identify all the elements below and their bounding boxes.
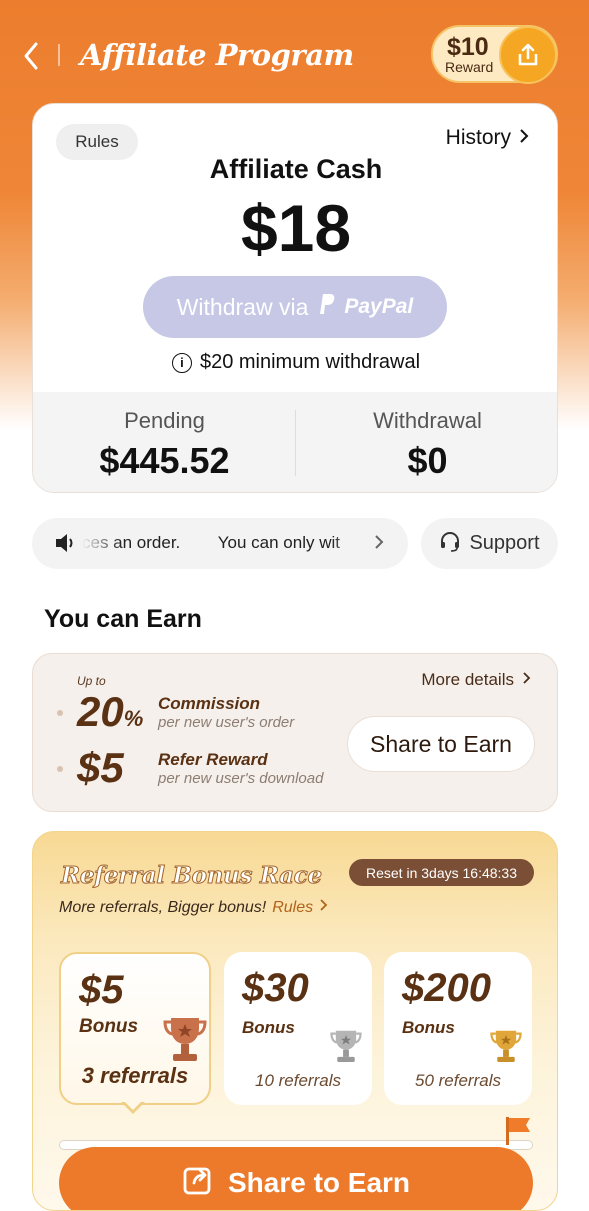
race-subtitle-text: More referrals, Bigger bonus! [59, 898, 267, 916]
tier-amount: $5 [79, 968, 124, 1012]
cash-title: Affiliate Cash [209, 154, 383, 184]
pending-value: $445.52 [99, 440, 230, 481]
info-icon: i [171, 352, 192, 373]
commission-value: 20% [77, 688, 144, 735]
chevron-right-icon [522, 670, 531, 690]
header-divider [58, 44, 60, 66]
notice-text: ces an order. You can only wit [82, 533, 340, 552]
finish-flag-icon [503, 1115, 533, 1152]
paypal-icon [316, 292, 336, 322]
speaker-icon [54, 533, 78, 558]
share-to-earn-main-button[interactable]: Share to Earn [59, 1147, 533, 1210]
share-main-label: Share to Earn [227, 1167, 411, 1198]
reset-timer: Reset in 3days 16:48:33 [349, 859, 534, 886]
refer-sub: per new user's download [158, 770, 324, 787]
bullet-dot [57, 766, 63, 772]
tier-card-1[interactable]: $5 Bonus 3 referrals [59, 952, 211, 1105]
pending-stat: Pending $445.52 [33, 408, 296, 482]
fade-left [82, 518, 122, 569]
chevron-right-icon [374, 534, 384, 555]
tier-card-3[interactable]: $200 Bonus 50 referrals [384, 952, 532, 1105]
balance-stats: Pending $445.52 Withdrawal $0 [33, 392, 557, 492]
refer-value: $5 [77, 744, 124, 791]
tier-amount: $30 [242, 966, 309, 1010]
withdraw-paypal-button[interactable]: Withdraw via PayPal [143, 276, 447, 338]
tier-referrals: 3 referrals [81, 1063, 189, 1088]
share-icon [182, 1164, 214, 1203]
affiliate-cash-card: Rules History Affiliate Cash $18 Withdra… [32, 103, 558, 493]
gold-trophy-icon [490, 1026, 522, 1071]
reward-label: Reward [445, 59, 494, 75]
tier-card-2[interactable]: $30 Bonus 10 referrals [224, 952, 372, 1105]
upto-label: Up to [77, 674, 106, 688]
share-to-earn-button[interactable]: Share to Earn [347, 716, 535, 772]
notice-marquee[interactable]: ces an order. You can only wit [32, 518, 408, 569]
earn-heading: You can Earn [44, 605, 202, 633]
refer-title: Refer Reward [158, 750, 268, 769]
minimum-note-text: $20 minimum withdrawal [199, 351, 421, 373]
page-title: Affiliate Program [80, 38, 354, 72]
commission-title: Commission [158, 694, 261, 713]
withdrawal-label: Withdrawal [373, 408, 482, 433]
referral-race-card: Referral Bonus Race Reset in 3days 16:48… [32, 831, 558, 1211]
tier-referrals: 10 referrals [255, 1071, 341, 1090]
chevron-right-icon [519, 126, 529, 150]
race-subtitle[interactable]: More referrals, Bigger bonus! Rules [59, 898, 328, 917]
history-label: History [445, 126, 511, 149]
tier-bonus: Bonus [79, 1016, 139, 1037]
tier-amount: $200 [402, 966, 491, 1010]
pending-label: Pending [124, 408, 205, 433]
withdraw-label: Withdraw via [176, 293, 309, 320]
tier-pointer-inner [123, 1100, 143, 1110]
minimum-note: i $20 minimum withdrawal [33, 351, 557, 374]
withdrawal-value: $0 [407, 440, 448, 481]
reward-share-button[interactable]: $10 Reward [431, 25, 558, 84]
bullet-dot [57, 710, 63, 716]
back-icon[interactable] [18, 38, 48, 74]
more-details-link[interactable]: More details [421, 670, 531, 690]
tier-bonus: Bonus [402, 1018, 455, 1037]
support-button[interactable]: Support [421, 518, 558, 569]
share-icon[interactable] [499, 26, 557, 84]
reward-amount: $10 [447, 33, 489, 61]
race-rules-link[interactable]: Rules [272, 899, 313, 917]
tier-referrals: 50 referrals [415, 1071, 501, 1090]
tier-bonus: Bonus [242, 1018, 295, 1037]
more-details-label: More details [421, 670, 514, 689]
commission-sub: per new user's order [158, 714, 295, 731]
withdrawal-stat: Withdrawal $0 [296, 408, 557, 482]
fade-right [332, 518, 366, 569]
earn-card: Up to 20% Commission per new user's orde… [32, 653, 558, 812]
cash-amount: $18 [240, 191, 352, 265]
headset-icon [439, 530, 461, 558]
race-title: Referral Bonus Race [61, 862, 323, 890]
history-link[interactable]: History [446, 126, 529, 150]
silver-trophy-icon [330, 1026, 362, 1071]
chevron-right-icon [319, 898, 328, 917]
withdraw-method: PayPal [344, 295, 414, 318]
support-label: Support [469, 532, 540, 554]
app-header: Affiliate Program $10 Reward [0, 0, 589, 110]
